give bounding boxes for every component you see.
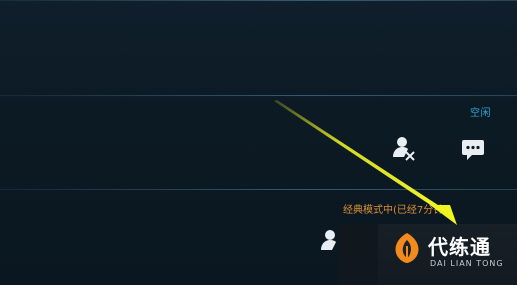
remove-friend-icon [393, 137, 415, 161]
watermark-subtitle: DAI LIAN TONG [430, 259, 504, 268]
row-divider [0, 0, 517, 1]
chat-icon [462, 140, 484, 160]
remove-friend-button[interactable] [390, 133, 420, 163]
watermark-title: 代练通 [428, 235, 491, 259]
friend-status-free: 空闲 [470, 108, 491, 119]
row-divider [0, 95, 517, 96]
watermark-logo-icon [395, 233, 419, 263]
friend-status-in-game: 经典模式中(已经7分钟) [343, 205, 448, 216]
watermark-shade [338, 224, 378, 285]
chat-button[interactable] [458, 134, 488, 164]
row-divider [0, 189, 517, 190]
friend-list-panel: 空闲 经典模式中(已经7分钟) 代练通 DAI LIAN TONG [0, 0, 517, 285]
